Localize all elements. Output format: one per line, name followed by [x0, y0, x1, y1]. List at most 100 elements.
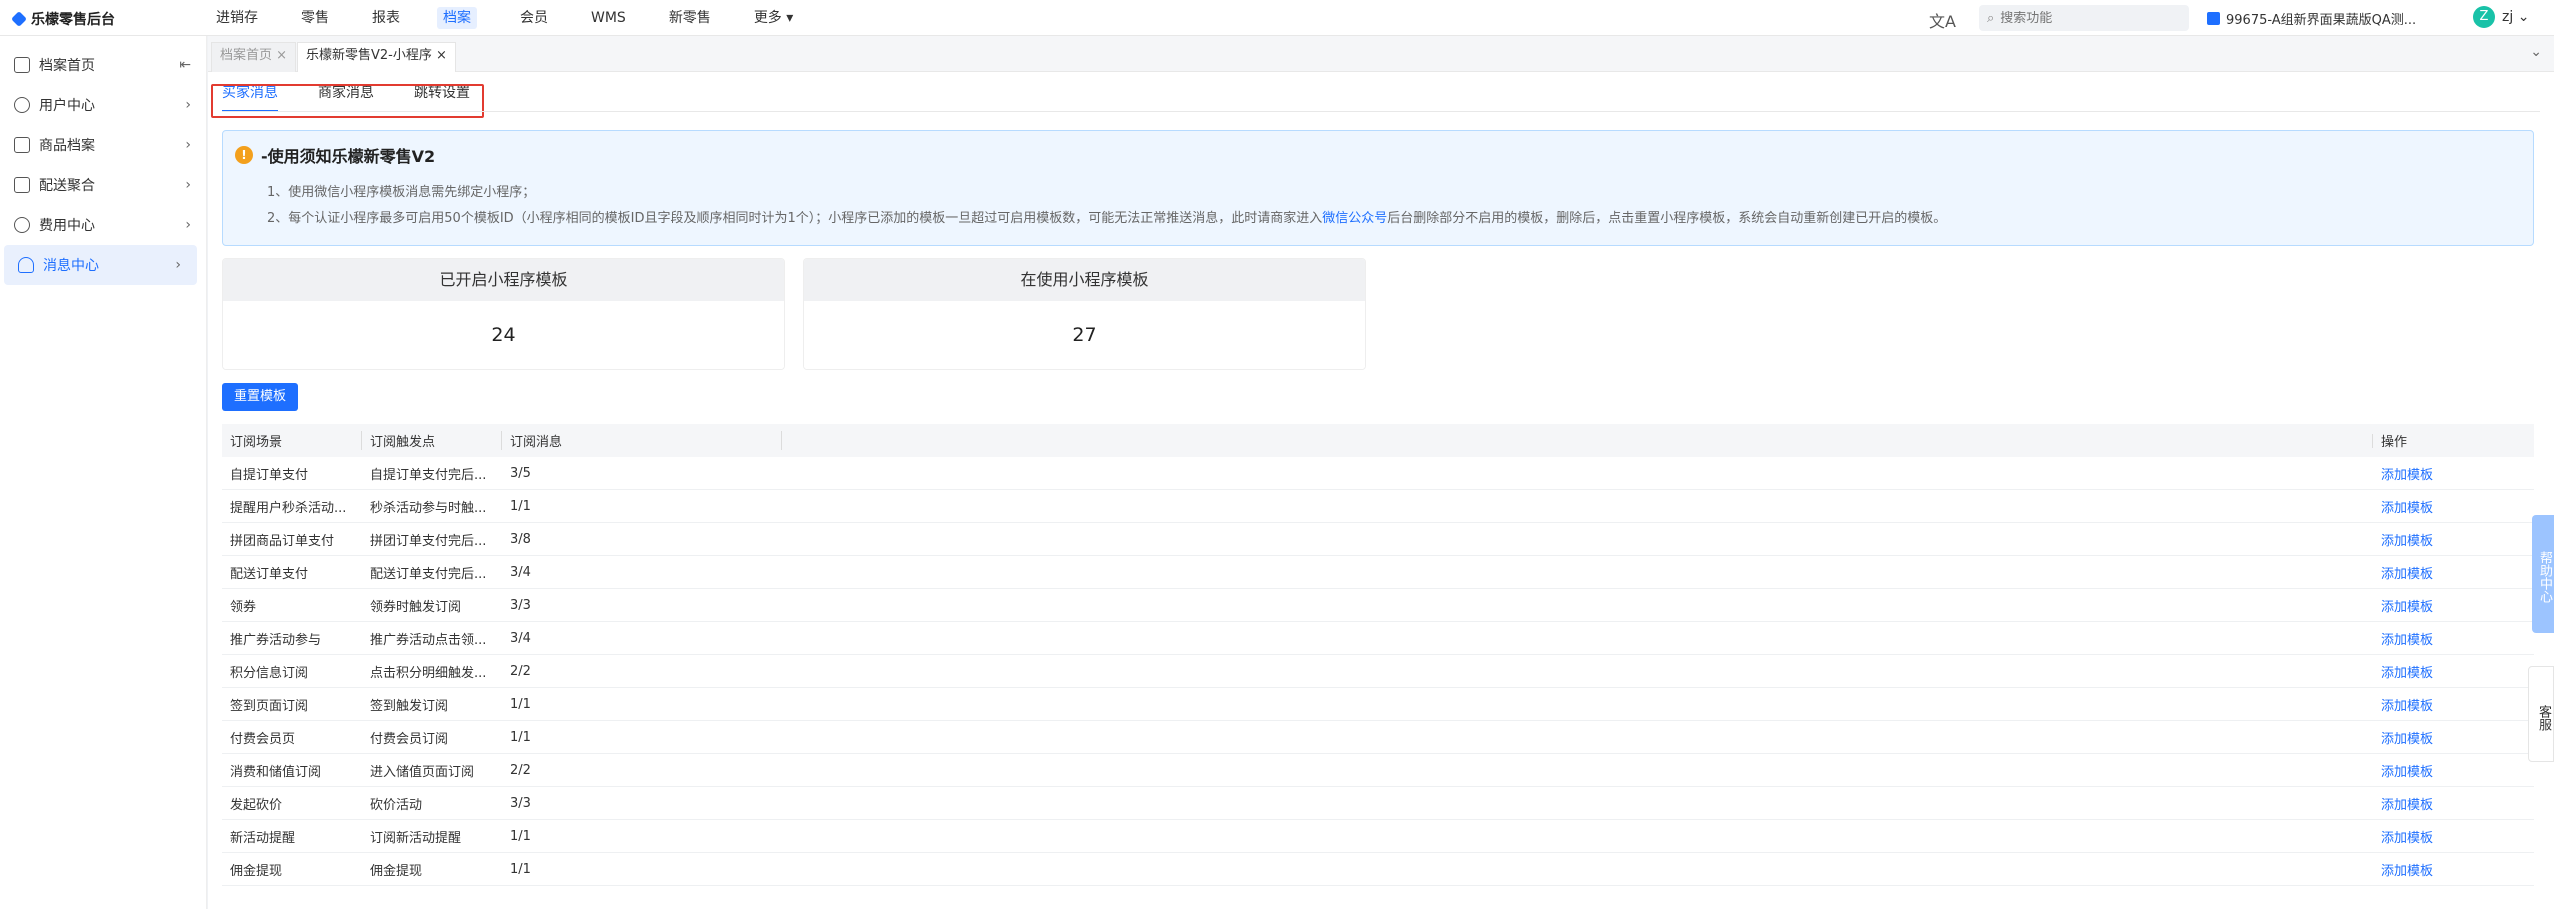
notice-line-1: 1、使用微信小程序模板消息需先绑定小程序； — [267, 185, 536, 200]
fee-icon — [14, 217, 30, 233]
table-body: 自提订单支付 自提订单支付完后... 3/5 添加模板 提醒用户秒杀活动... 秒杀活动参… — [222, 457, 2534, 886]
add-template-link[interactable]: 添加模板 — [2373, 629, 2534, 648]
wechat-link[interactable]: 微信公众号 — [1322, 211, 1387, 226]
cell-scene: 拼团商品订单支付 — [230, 533, 335, 549]
add-template-link[interactable]: 添加模板 — [2373, 662, 2534, 681]
cell-trigger: 领券时触发订阅 — [370, 599, 462, 615]
table-row: 付费会员页 付费会员订阅 1/1 添加模板 — [222, 721, 2534, 754]
add-template-link[interactable]: 添加模板 — [2373, 563, 2534, 582]
add-template-link[interactable]: 添加模板 — [2373, 464, 2534, 483]
chevron-right-icon: › — [185, 217, 191, 233]
cell-message: 1/1 — [510, 828, 531, 844]
chevron-right-icon: › — [185, 137, 191, 153]
store-selector[interactable]: 99675-A组新界面果蔬版QA测... — [2207, 9, 2416, 28]
tab-mini-program[interactable]: 乐檬新零售V2-小程序 × — [297, 42, 456, 72]
sidebar-item-messages[interactable]: 消息中心 › — [4, 245, 197, 285]
sidebar-item-delivery[interactable]: 配送聚合 › — [0, 165, 207, 205]
cell-message: 1/1 — [510, 498, 531, 514]
subscription-table: 订阅场景 订阅触发点 订阅消息 操作 自提订单支付 自提订单支付完后... 3/5 添… — [222, 424, 2534, 886]
tabs-dropdown-icon[interactable]: ⌄ — [2530, 44, 2542, 60]
product-icon — [14, 137, 30, 153]
cell-trigger: 配送订单支付完后... — [370, 566, 487, 582]
nav-item-more[interactable]: 更多 ▾ — [750, 0, 797, 36]
logo-icon — [11, 11, 27, 27]
add-template-link[interactable]: 添加模板 — [2373, 530, 2534, 549]
sidebar-item-archive-home[interactable]: 档案首页 ⇤ — [0, 45, 207, 85]
nav-item-inventory[interactable]: 进销存 — [212, 0, 262, 36]
translate-icon[interactable]: 文A — [1929, 8, 1956, 32]
cell-scene: 自提订单支付 — [230, 467, 309, 483]
reset-templates-button[interactable]: 重置模板 — [222, 383, 299, 411]
main-content: 买家消息 商家消息 跳转设置 ! -使用须知乐檬新零售V2 1、使用微信小程序模… — [208, 72, 2554, 909]
cell-message: 3/4 — [510, 630, 531, 646]
help-center-button[interactable]: 帮助中心 — [2532, 515, 2554, 633]
sidebar-item-products[interactable]: 商品档案 › — [0, 125, 207, 165]
sidebar-item-label: 用户中心 — [39, 98, 95, 114]
sidebar-item-label: 档案首页 — [39, 58, 95, 74]
subtab-divider — [222, 111, 2540, 112]
chevron-right-icon: › — [185, 177, 191, 193]
cell-message: 1/1 — [510, 729, 531, 745]
table-row: 佣金提现 佣金提现 1/1 添加模板 — [222, 853, 2534, 886]
stat-label: 已开启小程序模板 — [223, 259, 784, 301]
cell-trigger: 推广券活动点击领... — [370, 632, 487, 648]
table-row: 自提订单支付 自提订单支付完后... 3/5 添加模板 — [222, 457, 2534, 490]
top-bar: 乐檬零售后台 进销存 零售 报表 档案 会员 WMS 新零售 更多 ▾ 文A ⌕… — [0, 0, 2554, 36]
cell-scene: 消费和储值订阅 — [230, 764, 322, 780]
cell-message: 2/2 — [510, 762, 531, 778]
search-input[interactable] — [2000, 10, 2171, 26]
cell-trigger: 砍价活动 — [370, 797, 423, 813]
cell-trigger: 付费会员订阅 — [370, 731, 449, 747]
add-template-link[interactable]: 添加模板 — [2373, 497, 2534, 516]
cell-message: 3/3 — [510, 597, 531, 613]
add-template-link[interactable]: 添加模板 — [2373, 761, 2534, 780]
sidebar-item-user-center[interactable]: 用户中心 › — [0, 85, 207, 125]
customer-service-button[interactable]: 客服 — [2528, 666, 2554, 762]
sidebar-item-fees[interactable]: 费用中心 › — [0, 205, 207, 245]
add-template-link[interactable]: 添加模板 — [2373, 596, 2534, 615]
nav-item-reports[interactable]: 报表 — [368, 0, 404, 36]
cell-scene: 配送订单支付 — [230, 566, 309, 582]
cell-scene: 新活动提醒 — [230, 830, 296, 846]
cell-scene: 付费会员页 — [230, 731, 296, 747]
page-tabs: 档案首页 × 乐檬新零售V2-小程序 × ⌄ — [208, 36, 2554, 72]
stat-value: 24 — [223, 301, 784, 369]
cell-trigger: 秒杀活动参与时触... — [370, 500, 487, 516]
search-box[interactable]: ⌕ — [1979, 5, 2189, 31]
table-row: 积分信息订阅 点击积分明细触发... 2/2 添加模板 — [222, 655, 2534, 688]
sidebar-item-label: 商品档案 — [39, 138, 95, 154]
table-row: 配送订单支付 配送订单支付完后... 3/4 添加模板 — [222, 556, 2534, 589]
cell-message: 1/1 — [510, 861, 531, 877]
chevron-right-icon: › — [175, 257, 181, 273]
table-row: 领券 领券时触发订阅 3/3 添加模板 — [222, 589, 2534, 622]
collapse-icon[interactable]: ⇤ — [179, 57, 191, 73]
column-header: 操作 — [2381, 435, 2408, 450]
stat-used-templates: 在使用小程序模板 27 — [803, 258, 1366, 370]
cell-scene: 推广券活动参与 — [230, 632, 322, 648]
cell-scene: 积分信息订阅 — [230, 665, 309, 681]
add-template-link[interactable]: 添加模板 — [2373, 794, 2534, 813]
table-header: 订阅场景 订阅触发点 订阅消息 操作 — [222, 424, 2534, 457]
nav-item-new-retail[interactable]: 新零售 — [665, 0, 715, 36]
add-template-link[interactable]: 添加模板 — [2373, 827, 2534, 846]
add-template-link[interactable]: 添加模板 — [2373, 695, 2534, 714]
user-menu[interactable]: Z zj ⌄ — [2473, 6, 2529, 28]
notice-title: ! -使用须知乐檬新零售V2 — [235, 143, 435, 167]
home-icon — [14, 57, 30, 73]
delivery-icon — [14, 177, 30, 193]
nav-item-retail[interactable]: 零售 — [297, 0, 333, 36]
app-logo[interactable]: 乐檬零售后台 — [11, 9, 115, 29]
add-template-link[interactable]: 添加模板 — [2373, 728, 2534, 747]
nav-item-members[interactable]: 会员 — [516, 0, 552, 36]
cell-trigger: 拼团订单支付完后... — [370, 533, 487, 549]
add-template-link[interactable]: 添加模板 — [2373, 860, 2534, 879]
tab-archive-home[interactable]: 档案首页 × — [211, 42, 297, 72]
stat-label: 在使用小程序模板 — [804, 259, 1365, 301]
cell-message: 1/1 — [510, 696, 531, 712]
highlight-box — [211, 84, 484, 118]
sidebar-item-label: 配送聚合 — [39, 178, 95, 194]
nav-item-wms[interactable]: WMS — [587, 0, 630, 36]
nav-item-archive[interactable]: 档案 — [433, 0, 481, 36]
table-row: 拼团商品订单支付 拼团订单支付完后... 3/8 添加模板 — [222, 523, 2534, 556]
cell-trigger: 进入储值页面订阅 — [370, 764, 475, 780]
